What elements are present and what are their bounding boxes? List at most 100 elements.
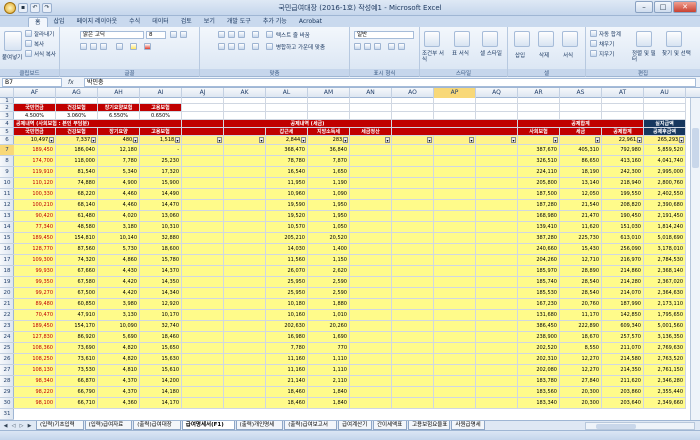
data-cell[interactable] [392, 200, 434, 211]
data-cell[interactable] [392, 299, 434, 310]
data-cell[interactable] [224, 255, 266, 266]
data-cell[interactable]: 12,180 [98, 145, 140, 156]
data-cell[interactable]: 11,560 [266, 255, 308, 266]
data-cell[interactable] [476, 211, 518, 222]
data-cell[interactable]: 28,540 [560, 277, 602, 288]
cut-button[interactable]: 잘라내기 [34, 30, 54, 38]
data-cell[interactable] [182, 365, 224, 376]
data-cell[interactable] [224, 365, 266, 376]
redo-icon[interactable]: ↷ [42, 3, 52, 13]
data-cell[interactable] [224, 211, 266, 222]
header-cell[interactable] [182, 128, 224, 136]
row-header-30[interactable]: 30 [0, 398, 14, 409]
row-header-19[interactable]: 19 [0, 277, 14, 288]
data-cell[interactable]: 214,350 [602, 365, 644, 376]
data-cell[interactable] [224, 376, 266, 387]
data-cell[interactable]: 14,200 [140, 376, 182, 387]
data-cell[interactable] [224, 233, 266, 244]
data-cell[interactable] [392, 222, 434, 233]
tab-acrobat[interactable]: Acrobat [293, 17, 328, 27]
horizontal-scroll-thumb[interactable] [596, 424, 636, 429]
data-cell[interactable]: 224,110 [518, 167, 560, 178]
data-cell[interactable] [350, 189, 392, 200]
data-cell[interactable]: 5,690 [98, 332, 140, 343]
data-cell[interactable] [434, 299, 476, 310]
data-cell[interactable]: 118,000 [56, 156, 98, 167]
align-middle-icon[interactable] [228, 31, 235, 38]
data-cell[interactable]: 151,030 [602, 222, 644, 233]
data-cell[interactable]: 12,710 [560, 255, 602, 266]
data-cell[interactable]: 8,550 [560, 343, 602, 354]
cell[interactable] [560, 112, 602, 120]
data-cell[interactable]: 214,070 [602, 288, 644, 299]
data-cell[interactable] [182, 167, 224, 178]
data-cell[interactable]: 609,340 [602, 321, 644, 332]
row-header-17[interactable]: 17 [0, 255, 14, 266]
sheet-tab[interactable]: (입력)기초입력 [36, 421, 84, 430]
align-bottom-icon[interactable] [238, 31, 245, 38]
filter-dropdown-icon[interactable]: ▾ [679, 137, 684, 143]
save-icon[interactable]: ▪ [18, 3, 28, 13]
maximize-button[interactable]: □ [654, 1, 672, 13]
data-cell[interactable]: 100,210 [14, 200, 56, 211]
data-cell[interactable]: 613,010 [602, 233, 644, 244]
data-cell[interactable]: 20,300 [560, 387, 602, 398]
column-header-as[interactable]: AS [560, 88, 602, 98]
data-cell[interactable] [434, 222, 476, 233]
data-cell[interactable]: 15,610 [140, 365, 182, 376]
decrease-decimal-icon[interactable] [398, 43, 405, 50]
data-cell[interactable]: 3,180 [98, 222, 140, 233]
sheet-tab[interactable]: (출력)개인명세 [235, 421, 284, 430]
data-cell[interactable]: 32,880 [140, 233, 182, 244]
data-cell[interactable]: 20,300 [560, 398, 602, 409]
data-cell[interactable] [392, 145, 434, 156]
cell[interactable] [266, 104, 308, 112]
data-cell[interactable] [350, 321, 392, 332]
row-header-25[interactable]: 25 [0, 343, 14, 354]
data-cell[interactable]: 202,520 [518, 343, 560, 354]
data-cell[interactable] [224, 321, 266, 332]
data-cell[interactable]: 14,170 [140, 398, 182, 409]
autosum-button[interactable]: 자동 합계 [599, 30, 621, 38]
data-cell[interactable] [476, 189, 518, 200]
row-header-23[interactable]: 23 [0, 321, 14, 332]
row-header-2[interactable]: 2 [0, 104, 14, 112]
data-cell[interactable] [350, 167, 392, 178]
filter-dropdown-icon[interactable]: ▾ [637, 137, 642, 143]
data-cell[interactable]: 2,110 [308, 376, 350, 387]
data-cell[interactable]: 89,480 [14, 299, 56, 310]
data-cell[interactable] [434, 244, 476, 255]
vertical-scroll-thumb[interactable] [692, 128, 699, 168]
select-all-corner[interactable] [0, 88, 14, 98]
paste-icon[interactable] [4, 31, 22, 51]
data-cell[interactable]: 168,980 [518, 211, 560, 222]
paste-button[interactable]: 붙여넣기 [2, 53, 22, 61]
data-cell[interactable]: - [140, 145, 182, 156]
header-cell[interactable] [224, 128, 266, 136]
name-box[interactable]: B7 [2, 78, 62, 87]
rate-label[interactable]: 국민연금 [14, 104, 56, 112]
row-header-9[interactable]: 9 [0, 167, 14, 178]
wrap-text-button[interactable]: 텍스트 줄 바꿈 [276, 31, 310, 39]
cut-icon[interactable] [25, 30, 32, 37]
data-cell[interactable]: 2,590 [308, 288, 350, 299]
data-cell[interactable]: 90,420 [14, 211, 56, 222]
data-cell[interactable] [182, 299, 224, 310]
filter-dropdown-icon[interactable]: ▾ [511, 137, 516, 143]
data-cell[interactable] [476, 365, 518, 376]
data-cell[interactable] [392, 211, 434, 222]
data-cell[interactable]: 47,910 [56, 310, 98, 321]
col-net-amount[interactable]: 공제후금액 [644, 128, 686, 136]
data-cell[interactable]: 14,180 [140, 387, 182, 398]
data-cell[interactable] [182, 354, 224, 365]
data-cell[interactable]: 204,260 [518, 255, 560, 266]
data-cell[interactable] [182, 376, 224, 387]
data-cell[interactable] [476, 222, 518, 233]
data-cell[interactable]: 218,940 [602, 178, 644, 189]
data-cell[interactable]: 222,890 [560, 321, 602, 332]
sheet-tab[interactable]: (출력)급여대장 [133, 421, 181, 430]
data-cell[interactable] [182, 211, 224, 222]
data-cell[interactable] [476, 310, 518, 321]
col-ltc[interactable]: 장기요양 [98, 128, 140, 136]
cell-styles-button[interactable]: 셀 스타일 [480, 51, 506, 57]
